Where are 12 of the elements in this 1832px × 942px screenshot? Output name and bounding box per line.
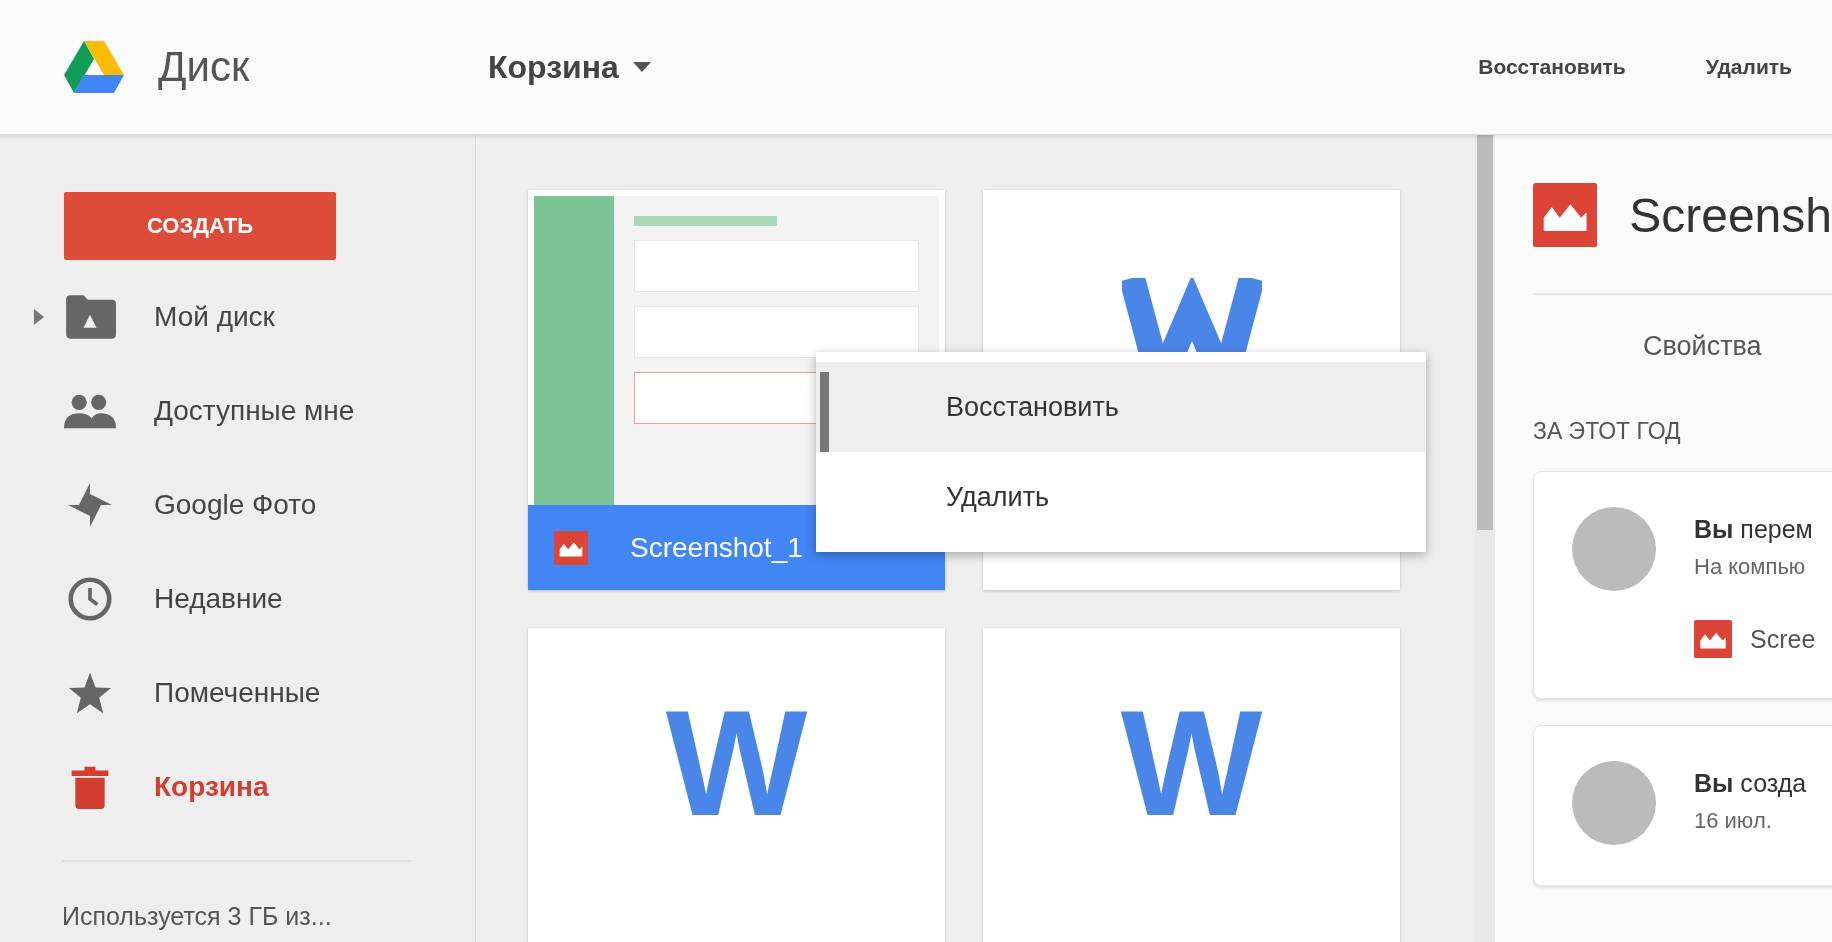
details-title: Screensh	[1629, 187, 1832, 243]
word-logo: W	[665, 688, 808, 838]
app-title: Диск	[158, 43, 251, 91]
storage-usage: Используется 3 ГБ из...	[62, 902, 333, 931]
file-name: Scree	[1750, 624, 1816, 654]
file-name: Screenshot_1	[630, 531, 803, 564]
activity-detail: На компью	[1694, 554, 1807, 580]
activity-text: Вы перем	[1694, 514, 1814, 544]
activity-text: Вы созда	[1694, 768, 1807, 798]
word-logo: W	[1120, 688, 1263, 838]
activity-detail: 16 июл.	[1694, 808, 1773, 834]
section-heading: ЗА ЭТОТ ГОД	[1533, 418, 1682, 445]
